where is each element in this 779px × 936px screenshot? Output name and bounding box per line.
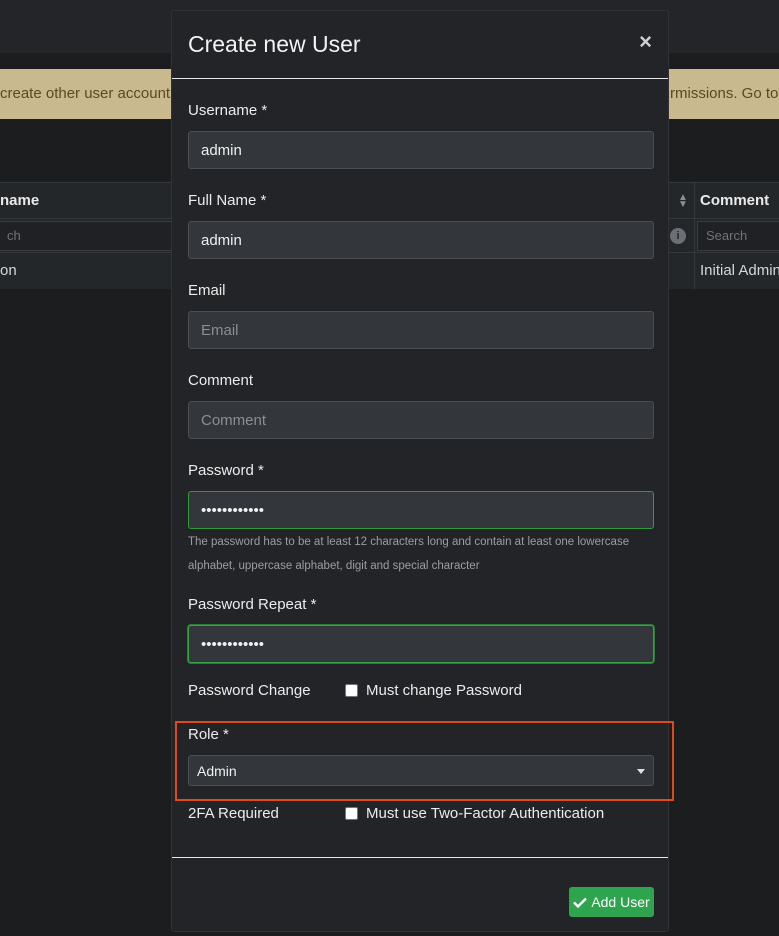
role-selected-value: Admin	[197, 763, 237, 779]
banner-text-right: rmissions. Go to $	[670, 85, 779, 102]
password-repeat-label: Password Repeat *	[188, 596, 317, 613]
cell-name: on	[0, 262, 17, 279]
column-divider	[694, 182, 695, 289]
comment-filter-input[interactable]: Search	[697, 221, 779, 251]
twofa-checkbox-label: Must use Two-Factor Authentication	[366, 805, 605, 822]
must-change-password-option[interactable]: Must change Password	[345, 682, 522, 699]
username-field[interactable]	[188, 131, 654, 169]
password-field[interactable]	[188, 491, 654, 529]
password-help-line-2: alphabet, uppercase alphabet, digit and …	[188, 560, 480, 572]
must-change-password-checkbox[interactable]	[345, 684, 358, 697]
fullname-field[interactable]	[188, 221, 654, 259]
role-select[interactable]: Admin	[188, 755, 654, 786]
chevron-down-icon	[637, 769, 645, 774]
close-icon[interactable]: ×	[639, 29, 652, 55]
modal-footer-divider	[172, 857, 668, 858]
must-change-password-label: Must change Password	[366, 682, 522, 699]
email-field[interactable]	[188, 311, 654, 349]
password-label: Password *	[188, 462, 264, 479]
banner-text-left: create other user accounts	[0, 85, 178, 102]
password-help-line-1: The password has to be at least 12 chara…	[188, 536, 630, 548]
info-icon: i	[670, 228, 686, 244]
password-repeat-field[interactable]	[188, 625, 654, 663]
comment-label: Comment	[188, 372, 254, 389]
add-user-label: Add User	[591, 894, 650, 910]
modal-title: Create new User	[188, 31, 361, 57]
comment-field[interactable]	[188, 401, 654, 439]
column-header-comment[interactable]: Comment	[700, 192, 769, 209]
create-user-modal: Create new User × Username * Full Name *…	[171, 10, 674, 932]
role-label: Role *	[188, 726, 229, 743]
cell-comment: Initial Admin	[700, 262, 779, 279]
name-filter-input[interactable]: ch	[0, 221, 178, 251]
add-user-button[interactable]: Add User	[569, 887, 654, 917]
twofa-option[interactable]: Must use Two-Factor Authentication	[345, 805, 604, 822]
twofa-checkbox[interactable]	[345, 807, 358, 820]
column-header-name[interactable]: name	[0, 192, 39, 209]
twofa-label: 2FA Required	[188, 805, 279, 822]
sort-icon[interactable]: ▲ ▼	[678, 193, 688, 210]
modal-header: Create new User ×	[172, 11, 668, 79]
username-label: Username *	[188, 102, 268, 119]
check-icon	[573, 897, 588, 908]
password-help-text: The password has to be at least 12 chara…	[188, 530, 658, 578]
password-change-label: Password Change	[188, 682, 311, 699]
fullname-label: Full Name *	[188, 192, 267, 209]
email-label: Email	[188, 282, 226, 299]
